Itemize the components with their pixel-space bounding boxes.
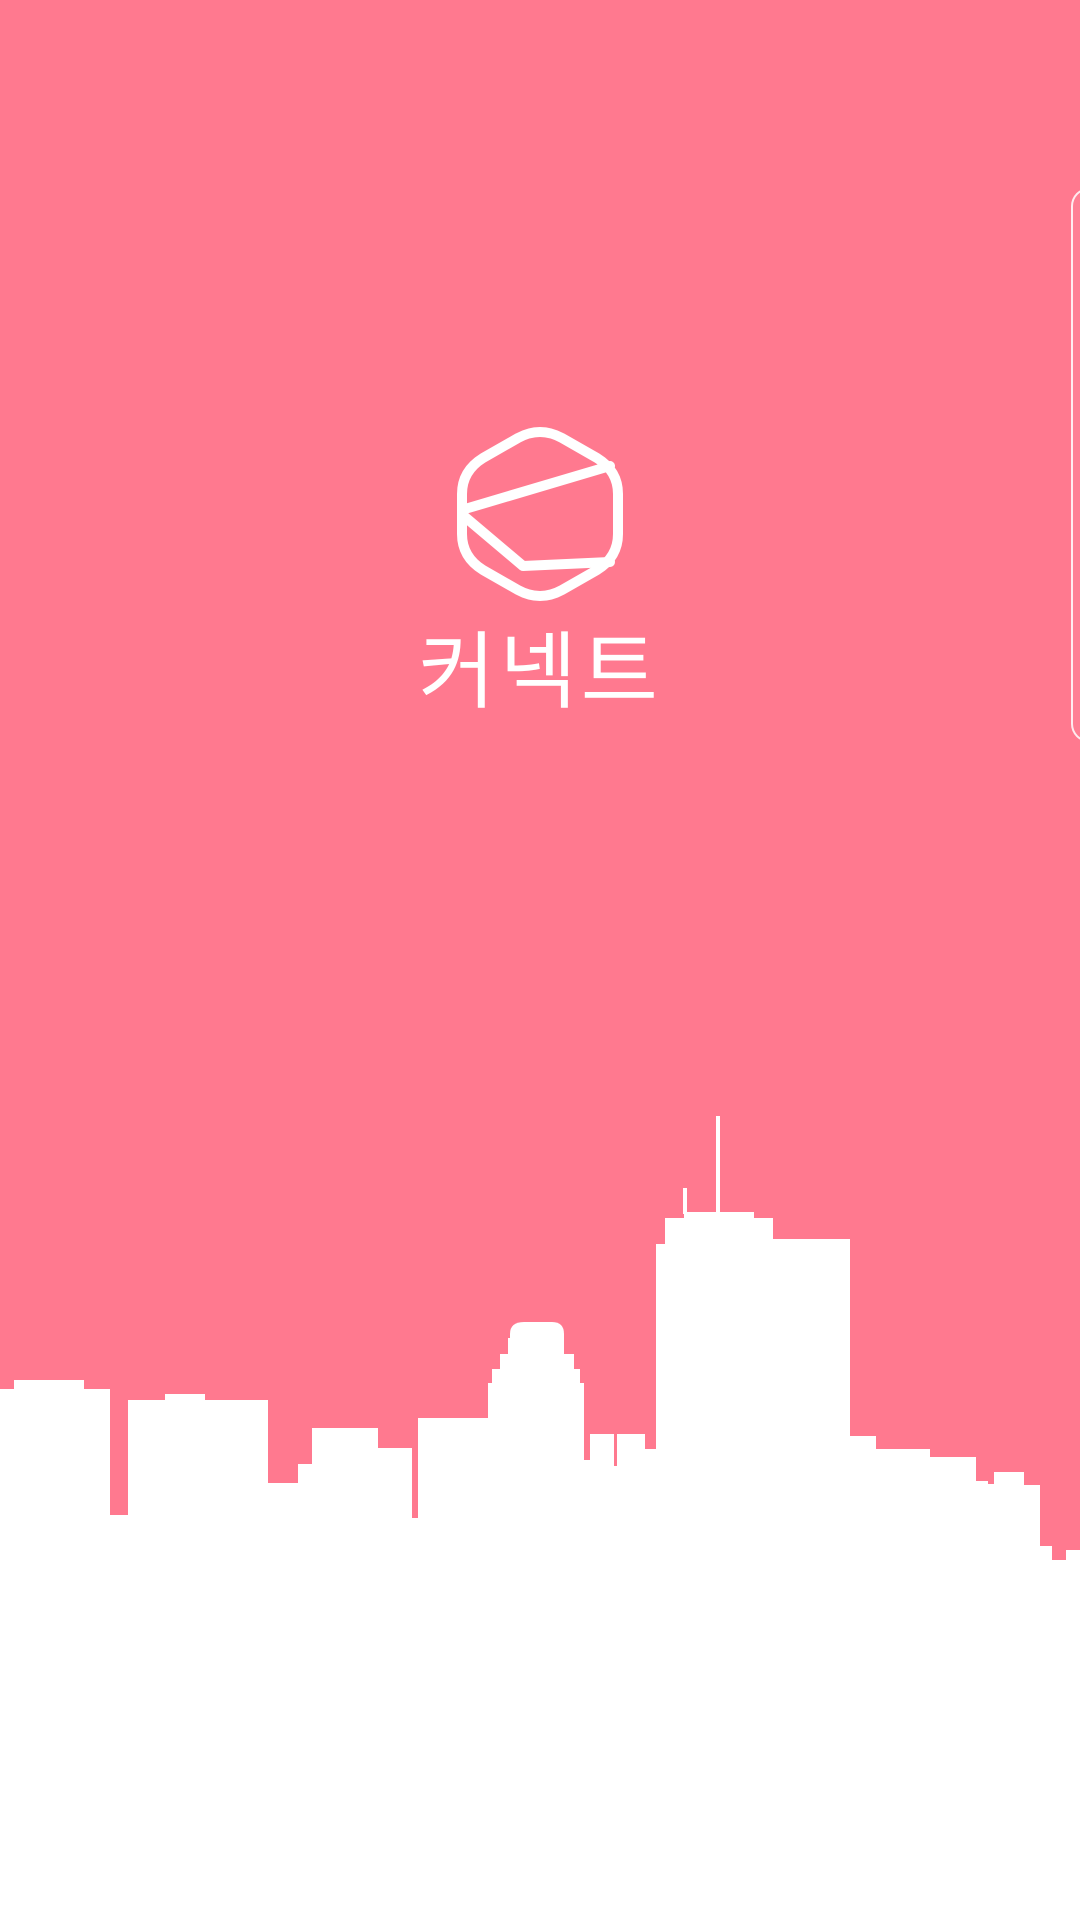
app-title: 커넥트 bbox=[418, 623, 662, 721]
side-card-edge bbox=[1071, 188, 1080, 742]
splash-screen: 커넥트 bbox=[0, 0, 1080, 1920]
city-skyline-illustration bbox=[0, 1116, 1080, 1920]
hexagon-envelope-icon bbox=[457, 427, 623, 601]
